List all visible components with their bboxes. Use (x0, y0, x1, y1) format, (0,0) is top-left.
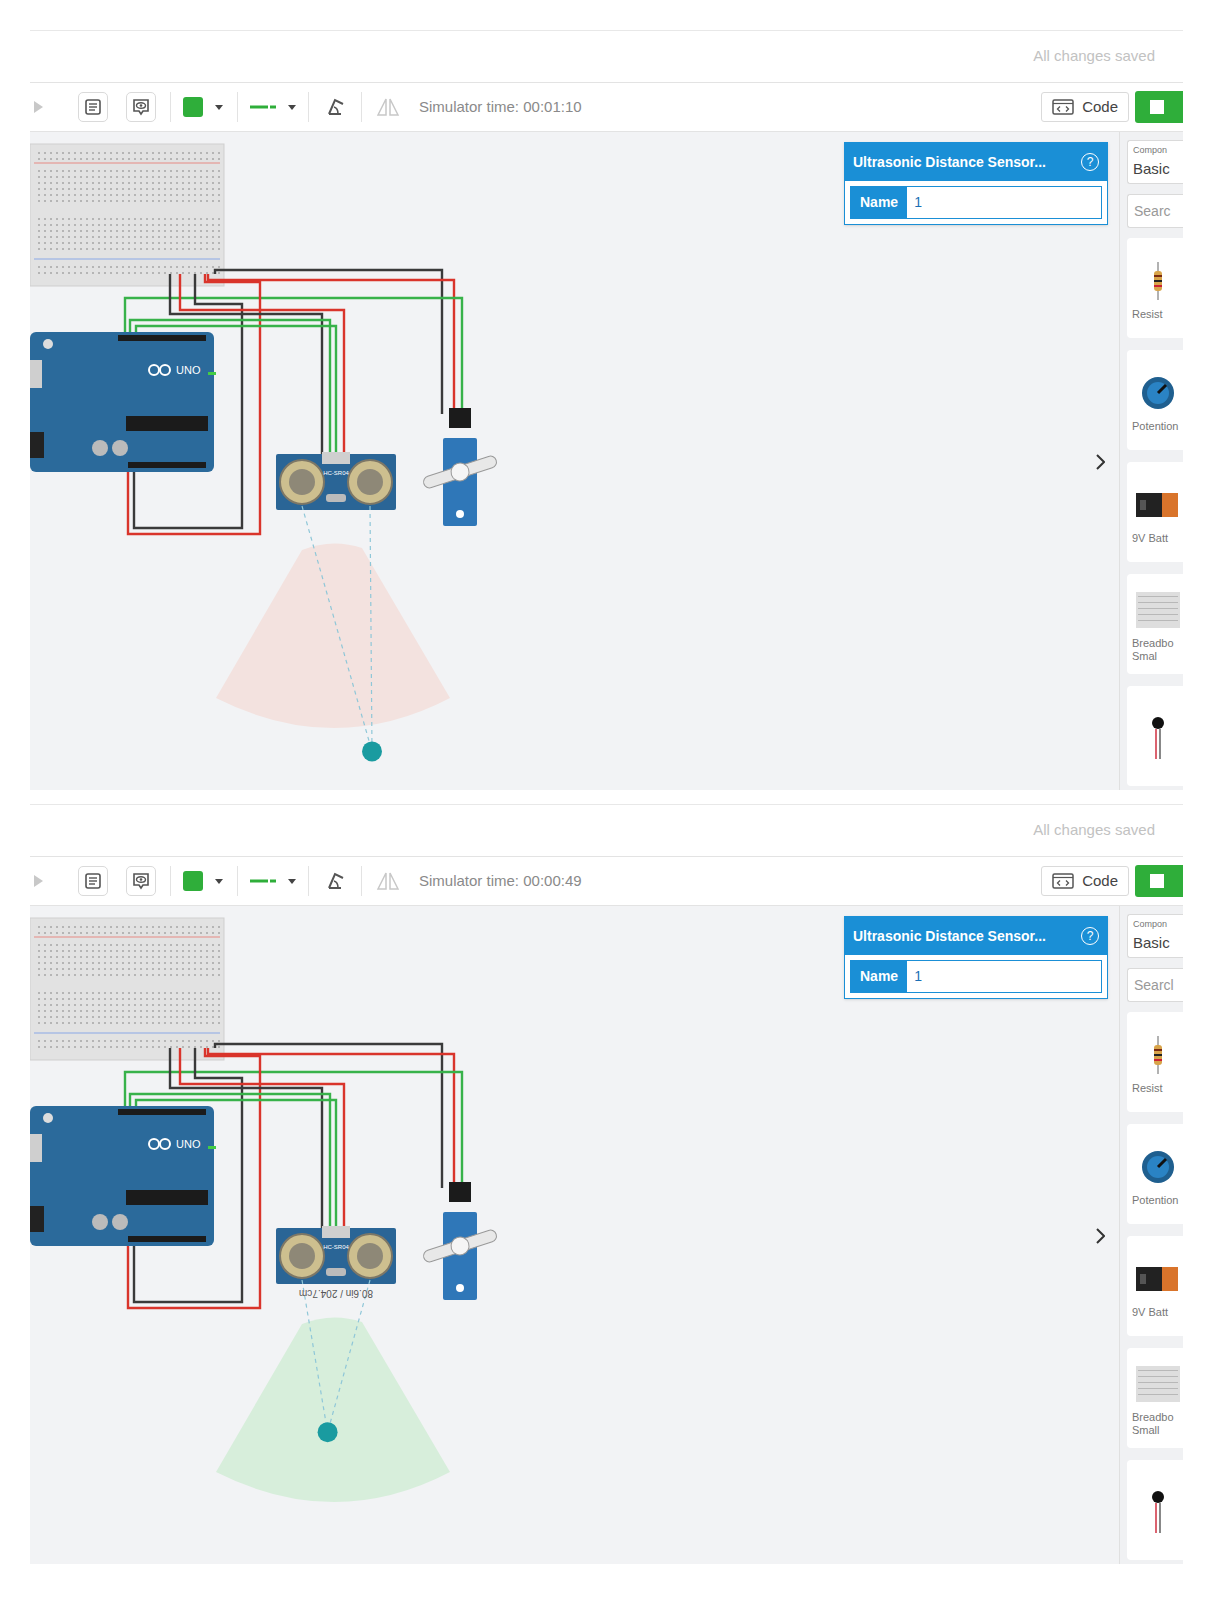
servo-motor[interactable] (421, 1182, 499, 1300)
simulator-panel: All changes saved Simulator time: 00:00:4… (30, 804, 1183, 1564)
breadboard[interactable] (30, 144, 224, 286)
notes-visibility-icon[interactable] (126, 866, 156, 896)
code-icon (1052, 99, 1074, 115)
svg-text:HC-SR04: HC-SR04 (323, 470, 349, 476)
breadboard-icon (1136, 1361, 1180, 1407)
rotate-icon[interactable] (323, 96, 349, 118)
servo-motor[interactable] (421, 408, 499, 526)
toolbar: Simulator time: 00:01:10 Code (30, 82, 1183, 132)
circuit-canvas[interactable]: UNO HC-SR04 80.6in / 204.7cm Ultrasonic Dis… (30, 906, 1119, 1564)
back-arrow-icon[interactable] (32, 874, 56, 888)
wire-type-picker[interactable] (250, 104, 296, 110)
svg-text:UNO: UNO (176, 1138, 201, 1150)
ultrasonic-sensor[interactable]: HC-SR04 (276, 1226, 396, 1284)
component-category[interactable]: ComponBasic (1127, 914, 1183, 958)
color-picker[interactable] (183, 97, 223, 117)
component-item[interactable] (1127, 686, 1183, 786)
notes-visibility-icon[interactable] (126, 92, 156, 122)
notes-icon[interactable] (78, 92, 108, 122)
breadboard-icon (1136, 587, 1180, 633)
help-icon[interactable]: ? (1081, 927, 1099, 945)
component-item[interactable] (1127, 1460, 1183, 1560)
rotate-icon[interactable] (323, 870, 349, 892)
name-field[interactable]: 1 (907, 961, 1101, 992)
search-field[interactable] (1127, 968, 1183, 1002)
stop-simulation-button[interactable] (1135, 865, 1183, 897)
distance-reading: 80.6in / 204.7cm (299, 1288, 373, 1299)
component-item[interactable]: Potention (1127, 350, 1183, 450)
wire-type-picker[interactable] (250, 878, 296, 884)
pin-icon (1151, 1488, 1165, 1534)
name-field[interactable]: 1 (907, 187, 1101, 218)
detection-cone (216, 1317, 450, 1502)
component-item[interactable]: Breadbo Small (1127, 1348, 1183, 1448)
component-item[interactable]: Breadbo Smal (1127, 574, 1183, 674)
simulator-time: Simulator time: 00:00:49 (419, 870, 582, 893)
component-category[interactable]: ComponBasic (1127, 140, 1183, 184)
inspector-panel: Ultrasonic Distance Sensor...?Name1 (844, 142, 1108, 225)
color-picker[interactable] (183, 871, 223, 891)
svg-text:HC-SR04: HC-SR04 (323, 1244, 349, 1250)
mirror-icon[interactable] (374, 95, 402, 119)
save-status: All changes saved (1033, 45, 1155, 68)
toolbar: Simulator time: 00:00:49 Code (30, 856, 1183, 906)
circuit-canvas[interactable]: UNO HC-SR04 Ultrasonic Distance Sensor...?… (30, 132, 1119, 790)
save-status: All changes saved (1033, 819, 1155, 842)
pin-icon (1151, 714, 1165, 760)
inspector-panel: Ultrasonic Distance Sensor...?Name1 (844, 916, 1108, 999)
svg-text:UNO: UNO (176, 364, 201, 376)
help-icon[interactable]: ? (1081, 153, 1099, 171)
ultrasonic-sensor[interactable]: HC-SR04 (276, 452, 396, 510)
resistor-icon (1151, 1032, 1165, 1078)
potentiometer-icon (1139, 370, 1177, 416)
potentiometer-icon (1139, 1144, 1177, 1190)
target-object[interactable] (362, 741, 382, 761)
components-sidebar: ComponBasic Resist Potention 9V Batt Breadbo… (1119, 906, 1183, 1564)
arduino-uno[interactable]: UNO (30, 332, 216, 472)
expand-chevron-icon[interactable] (1092, 1224, 1108, 1248)
code-icon (1052, 873, 1074, 889)
code-button[interactable]: Code (1041, 92, 1129, 122)
simulator-panel: All changes saved Simulator time: 00:01:1… (30, 30, 1183, 790)
expand-chevron-icon[interactable] (1092, 450, 1108, 474)
components-sidebar: ComponBasic Resist Potention 9V Batt Breadbo… (1119, 132, 1183, 790)
back-arrow-icon[interactable] (32, 100, 56, 114)
component-item[interactable]: 9V Batt (1127, 462, 1183, 562)
search-field[interactable] (1127, 194, 1183, 228)
resistor-icon (1151, 258, 1165, 304)
breadboard[interactable] (30, 918, 224, 1060)
component-item[interactable]: Resist (1127, 238, 1183, 338)
battery-icon (1136, 482, 1180, 528)
detection-cone (216, 543, 450, 728)
battery-icon (1136, 1256, 1180, 1302)
simulator-time: Simulator time: 00:01:10 (419, 96, 582, 119)
target-object[interactable] (318, 1422, 338, 1442)
code-button[interactable]: Code (1041, 866, 1129, 896)
component-item[interactable]: 9V Batt (1127, 1236, 1183, 1336)
component-item[interactable]: Potention (1127, 1124, 1183, 1224)
notes-icon[interactable] (78, 866, 108, 896)
stop-simulation-button[interactable] (1135, 91, 1183, 123)
component-item[interactable]: Resist (1127, 1012, 1183, 1112)
mirror-icon[interactable] (374, 869, 402, 893)
arduino-uno[interactable]: UNO (30, 1106, 216, 1246)
